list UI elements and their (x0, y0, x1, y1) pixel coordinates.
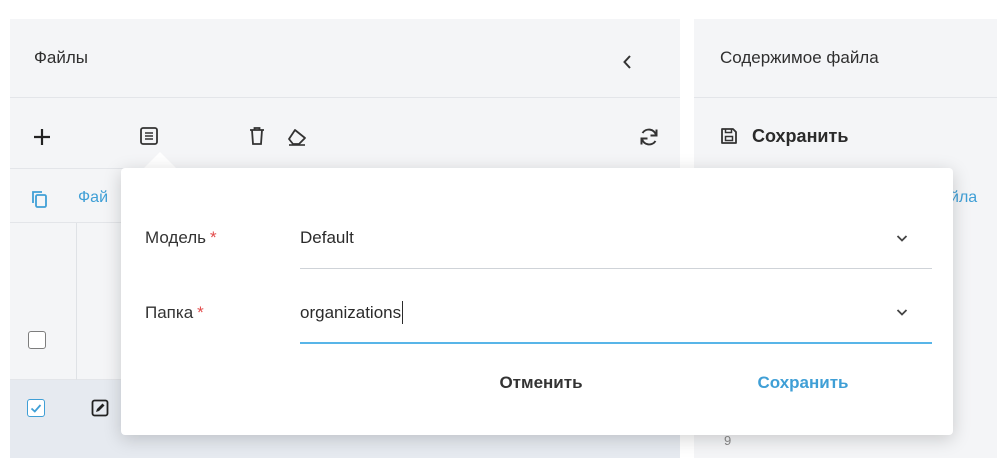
chevron-left-icon[interactable] (616, 50, 640, 74)
line-number: 9 (724, 433, 732, 448)
files-toolbar (10, 98, 680, 169)
folder-input-value[interactable]: organizations (300, 303, 401, 323)
file-content-save-button[interactable]: Сохранить (752, 126, 848, 147)
trash-icon[interactable] (244, 123, 270, 149)
cancel-button[interactable]: Отменить (470, 367, 612, 399)
file-content-title: Содержимое файла (720, 48, 879, 67)
top-strip (0, 0, 997, 8)
list-icon[interactable] (135, 123, 163, 149)
required-mark: * (210, 228, 217, 247)
file-content-column-label: йла (950, 189, 978, 206)
plus-icon[interactable] (30, 125, 54, 149)
popover-arrow (143, 152, 177, 169)
model-field-label: Модель * (145, 228, 217, 247)
chevron-down-icon[interactable] (892, 302, 912, 322)
required-mark: * (197, 303, 204, 322)
model-select-underline (300, 268, 932, 269)
refresh-icon[interactable] (636, 124, 662, 150)
save-button[interactable]: Сохранить (732, 367, 874, 399)
files-panel-header (10, 19, 680, 98)
checkmark-icon (27, 399, 45, 417)
text-cursor (402, 301, 403, 324)
eraser-icon[interactable] (284, 124, 310, 150)
folder-field-label: Папка * (145, 303, 204, 322)
files-panel-title: Файлы (34, 48, 89, 67)
folder-input-underline-focused (300, 342, 932, 344)
files-column-label[interactable]: Фай (78, 189, 108, 207)
copy-icon[interactable] (28, 188, 50, 210)
edit-icon[interactable] (91, 399, 109, 417)
chevron-down-icon[interactable] (892, 228, 912, 248)
model-select-value[interactable]: Default (300, 228, 354, 248)
floppy-disk-icon[interactable] (717, 124, 741, 148)
row-checkbox[interactable] (28, 331, 46, 349)
